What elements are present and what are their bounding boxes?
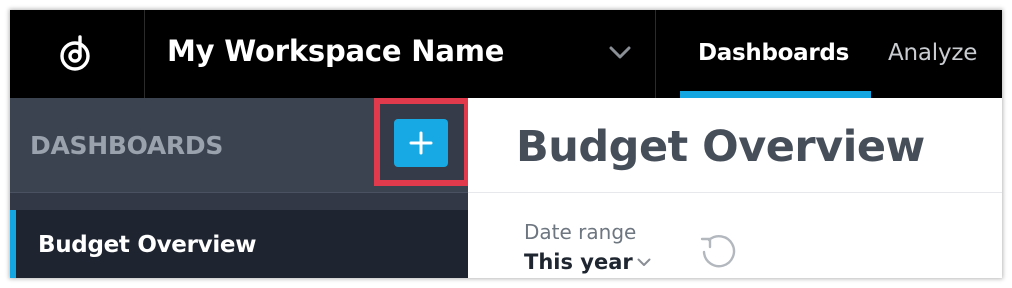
chevron-down-icon bbox=[609, 46, 631, 59]
sidebar: DASHBOARDS Budget Overview bbox=[10, 98, 470, 278]
date-range-label: Date range bbox=[524, 220, 637, 244]
reset-icon[interactable] bbox=[696, 229, 740, 273]
product-logo-icon bbox=[60, 35, 90, 71]
sidebar-item-budget-overview[interactable]: Budget Overview bbox=[10, 210, 468, 278]
title-divider bbox=[468, 192, 1002, 193]
sidebar-header: DASHBOARDS bbox=[10, 98, 470, 192]
main-content: Budget Overview Date range This year bbox=[468, 98, 1002, 278]
active-item-indicator bbox=[10, 210, 16, 278]
chevron-down-icon[interactable] bbox=[637, 258, 651, 267]
tab-analyze[interactable]: Analyze bbox=[888, 40, 977, 66]
workspace-switcher[interactable]: My Workspace Name bbox=[145, 10, 656, 98]
sidebar-item-label: Budget Overview bbox=[38, 232, 257, 258]
add-dashboard-button[interactable] bbox=[394, 119, 448, 167]
sidebar-divider bbox=[10, 192, 468, 193]
active-tab-indicator bbox=[680, 91, 871, 98]
app-window: My Workspace Name Dashboards Analyze DAS… bbox=[10, 10, 1002, 278]
tab-dashboards[interactable]: Dashboards bbox=[698, 40, 849, 66]
workspace-name: My Workspace Name bbox=[167, 34, 505, 68]
top-bar: My Workspace Name Dashboards Analyze bbox=[10, 10, 1002, 98]
dashboard-list: Budget Overview bbox=[10, 210, 468, 278]
sidebar-title: DASHBOARDS bbox=[30, 131, 224, 160]
date-range-dropdown[interactable]: This year bbox=[524, 250, 633, 274]
plus-icon bbox=[409, 131, 433, 155]
logo-cell[interactable] bbox=[10, 10, 145, 98]
page-title: Budget Overview bbox=[516, 122, 925, 172]
